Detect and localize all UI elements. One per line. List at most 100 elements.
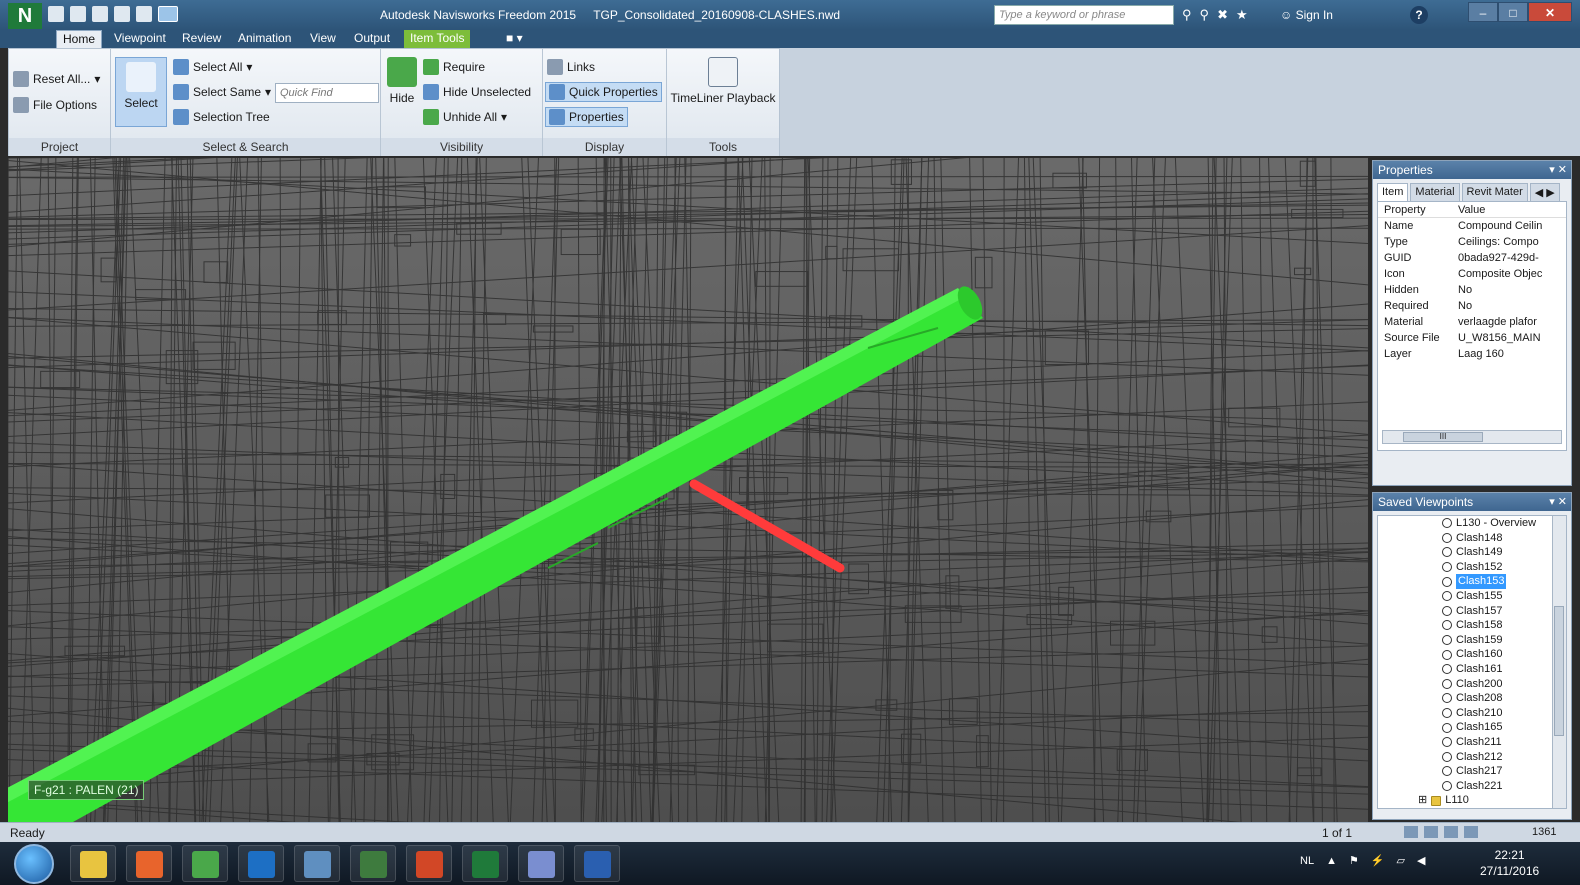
require-button[interactable]: Require [423, 59, 485, 75]
start-button[interactable] [14, 844, 54, 884]
selection-tree-button[interactable]: Selection Tree [173, 109, 270, 125]
redo-icon[interactable] [136, 6, 152, 22]
select-button[interactable]: Select [115, 57, 167, 127]
properties-horizontal-scrollbar[interactable]: III [1382, 430, 1562, 444]
hide-unselected-button[interactable]: Hide Unselected [423, 84, 531, 100]
viewpoint-folder[interactable]: ⊞ L110 [1378, 793, 1566, 808]
viewpoint-item[interactable]: Clash160 [1378, 647, 1566, 662]
viewpoint-item[interactable]: L130 - Overview [1378, 516, 1566, 531]
expand-icon[interactable]: ⊞ [1418, 793, 1427, 808]
taskbar-paint-button[interactable] [518, 845, 564, 882]
property-row[interactable]: Required No [1378, 298, 1566, 314]
property-row[interactable]: Material verlaagde plafor [1378, 314, 1566, 330]
undo-icon[interactable] [114, 6, 130, 22]
star-icon[interactable]: ★ [1236, 7, 1248, 23]
ribbon-options-icon[interactable]: ■ ▾ [500, 30, 529, 48]
taskbar-network-button[interactable] [350, 845, 396, 882]
viewpoint-item[interactable]: Clash211 [1378, 735, 1566, 750]
tab-material[interactable]: Material [1410, 183, 1460, 201]
taskbar-firefox-button[interactable] [126, 845, 172, 882]
network-tray-icon[interactable]: ⚡ [1371, 854, 1385, 867]
select-same-button[interactable]: Select Same ▾ [173, 84, 271, 100]
unhide-all-button[interactable]: Unhide All ▾ [423, 109, 507, 125]
maximize-button[interactable]: □ [1498, 2, 1528, 22]
performance-icon[interactable] [1464, 826, 1478, 838]
viewpoint-item[interactable]: Clash148 [1378, 531, 1566, 546]
viewpoint-item[interactable]: Clash158 [1378, 618, 1566, 633]
help-search-input[interactable]: Type a keyword or phrase [994, 5, 1174, 25]
hide-button[interactable]: Hide [385, 57, 419, 127]
print-icon[interactable] [92, 6, 108, 22]
open-icon[interactable] [70, 6, 86, 22]
tab-revit-material[interactable]: Revit Mater [1461, 183, 1528, 201]
property-row[interactable]: Icon Composite Objec [1378, 266, 1566, 282]
taskbar-outlook-button[interactable] [238, 845, 284, 882]
taskbar-chrome-button[interactable] [182, 845, 228, 882]
property-row[interactable]: Layer Laag 160 [1378, 346, 1566, 362]
tab-viewpoint[interactable]: Viewpoint [108, 30, 172, 48]
key-icon[interactable]: ⚲ [1200, 7, 1210, 23]
scroll-thumb[interactable]: III [1403, 432, 1483, 442]
tab-review[interactable]: Review [176, 30, 227, 48]
viewpoint-item[interactable]: Clash165 [1378, 720, 1566, 735]
taskbar-photos-button[interactable] [294, 845, 340, 882]
taskbar-powerpoint-button[interactable] [406, 845, 452, 882]
quick-find-input[interactable]: Quick Find [275, 83, 379, 103]
binoculars-icon[interactable]: ⚲ [1182, 7, 1192, 23]
scroll-thumb[interactable] [1554, 606, 1564, 736]
tab-animation[interactable]: Animation [232, 30, 297, 48]
taskbar-explorer-button[interactable] [70, 845, 116, 882]
tab-scroll-arrows[interactable]: ◀ ▶ [1529, 183, 1560, 201]
property-row[interactable]: GUID 0bada927-429d- [1378, 250, 1566, 266]
viewpoint-item[interactable]: Clash155 [1378, 589, 1566, 604]
taskbar-navisworks-button[interactable] [462, 845, 508, 882]
flag-icon[interactable]: ⚑ [1349, 854, 1359, 867]
3d-viewport[interactable] [8, 158, 1368, 822]
viewpoint-item[interactable]: Clash210 [1378, 706, 1566, 721]
file-options-button[interactable]: File Options [13, 97, 97, 113]
viewpoint-item[interactable]: Clash161 [1378, 662, 1566, 677]
clock[interactable]: 22:21 27/11/2016 [1480, 847, 1539, 879]
viewpoint-item[interactable]: Clash159 [1378, 633, 1566, 648]
viewpoint-item[interactable]: Clash153 [1378, 574, 1566, 589]
tab-view[interactable]: View [304, 30, 342, 48]
select-all-button[interactable]: Select All ▾ [173, 59, 252, 75]
minimize-button[interactable]: – [1468, 2, 1498, 22]
properties-toggle[interactable]: Properties [545, 107, 628, 127]
select-cursor-icon[interactable] [158, 6, 178, 22]
viewpoint-item[interactable]: Clash200 [1378, 677, 1566, 692]
expand-icon[interactable]: ⊞ [1418, 808, 1427, 809]
property-row[interactable]: Type Ceilings: Compo [1378, 234, 1566, 250]
viewpoint-folder[interactable]: ⊞ SAN vs ELEK [1378, 808, 1566, 809]
viewpoint-item[interactable]: Clash157 [1378, 604, 1566, 619]
application-menu-button[interactable]: N [8, 3, 42, 29]
sheet-browser-icon[interactable] [1404, 826, 1418, 838]
taskbar-revit-button[interactable] [574, 845, 620, 882]
pencil-icon[interactable] [1424, 826, 1438, 838]
exchange-icon[interactable]: ✖ [1217, 7, 1228, 23]
tray-arrow-icon[interactable]: ▲ [1326, 855, 1337, 867]
tab-item-tools[interactable]: Item Tools [404, 30, 471, 48]
volume-icon[interactable]: ◀ [1417, 854, 1425, 867]
signal-icon[interactable]: ▱ [1397, 854, 1405, 867]
tab-item[interactable]: Item [1377, 183, 1409, 201]
sign-in-link[interactable]: ☺ Sign In [1280, 8, 1333, 22]
property-row[interactable]: Source File U_W8156_MAIN [1378, 330, 1566, 346]
viewpoint-item[interactable]: Clash212 [1378, 750, 1566, 765]
property-row[interactable]: Name Compound Ceilin [1378, 218, 1566, 234]
tab-output[interactable]: Output [348, 30, 396, 48]
viewpoint-vertical-scrollbar[interactable] [1552, 516, 1566, 808]
tab-home[interactable]: Home [56, 30, 103, 48]
links-button[interactable]: Links [547, 59, 595, 75]
quick-properties-toggle[interactable]: Quick Properties [545, 82, 662, 102]
viewpoint-item[interactable]: Clash208 [1378, 691, 1566, 706]
viewpoint-item[interactable]: Clash221 [1378, 779, 1566, 794]
timeliner-playback-button[interactable]: TimeLiner Playback [669, 57, 777, 127]
viewpoint-item[interactable]: Clash149 [1378, 545, 1566, 560]
property-row[interactable]: Hidden No [1378, 282, 1566, 298]
new-icon[interactable] [48, 6, 64, 22]
pin-close-icon[interactable]: ▾ ✕ [1549, 495, 1567, 508]
viewpoint-item[interactable]: Clash217 [1378, 764, 1566, 779]
language-indicator[interactable]: NL [1300, 855, 1314, 867]
close-button[interactable]: ✕ [1528, 2, 1572, 22]
